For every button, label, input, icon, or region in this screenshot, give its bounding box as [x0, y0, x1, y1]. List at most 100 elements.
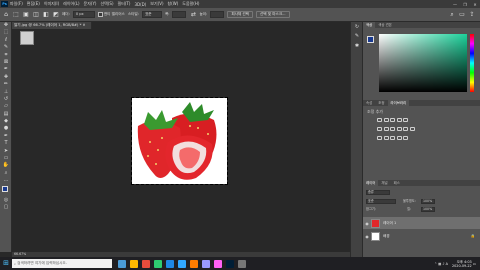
tab-channels[interactable]: 채널	[378, 180, 390, 186]
curves-icon[interactable]	[390, 118, 396, 122]
foreground-color-swatch[interactable]	[2, 185, 8, 192]
share-icon[interactable]: ⇪	[468, 11, 476, 19]
width-input[interactable]	[172, 11, 187, 18]
menu-help[interactable]: 도움말(H)	[182, 1, 199, 7]
tab-swatches[interactable]: 색상 견본	[375, 22, 395, 28]
menu-file[interactable]: 파일(F)	[10, 1, 23, 7]
selection-mode-icon[interactable]: ▣	[22, 11, 30, 19]
taskbar-app-icon[interactable]	[178, 259, 186, 268]
tab-paths[interactable]: 패스	[391, 180, 403, 186]
selective-color-icon[interactable]	[403, 136, 409, 140]
properties-icon[interactable]: ✎	[352, 33, 362, 40]
menu-layer[interactable]: 레이어(L)	[63, 1, 79, 7]
select-subject-button[interactable]: 피사체 선택	[227, 11, 253, 18]
menu-type[interactable]: 문자(Y)	[84, 1, 97, 7]
color-balance-icon[interactable]	[383, 127, 389, 131]
home-icon[interactable]: ⌂	[2, 11, 10, 19]
style-select[interactable]: 표준	[141, 11, 162, 18]
vibrance-icon[interactable]	[403, 118, 409, 122]
hand-tool-icon[interactable]: ✋	[1, 162, 11, 169]
gradient-map-icon[interactable]	[396, 136, 402, 140]
notification-icon[interactable]: ▭	[472, 262, 476, 266]
history-brush-icon[interactable]: ↺	[1, 96, 11, 103]
dodge-tool-icon[interactable]: ●	[1, 125, 11, 132]
add-selection-icon[interactable]: ◫	[32, 11, 40, 19]
quick-select-tool-icon[interactable]: ✎	[1, 44, 11, 51]
color-picker-field[interactable]	[379, 34, 467, 92]
tab-adjustments[interactable]: 조정	[375, 100, 387, 106]
height-input[interactable]	[210, 11, 225, 18]
layer-row-background[interactable]: ◉ 배경 🔒	[363, 230, 480, 242]
visibility-eye-icon[interactable]: ◉	[363, 234, 371, 239]
photo-filter-icon[interactable]	[396, 127, 402, 131]
strawberry-image[interactable]	[131, 97, 228, 185]
windows-start-icon[interactable]: ⊞	[0, 257, 12, 270]
clock[interactable]: 오후 4:03 2020-09-22	[452, 260, 472, 268]
taskbar-app-icon[interactable]	[154, 259, 162, 268]
hue-slider[interactable]	[470, 34, 474, 92]
opacity-input[interactable]: 100%	[421, 199, 435, 204]
select-and-mask-button[interactable]: 선택 및 마스크...	[256, 11, 290, 18]
taskbar-app-icon[interactable]	[130, 259, 138, 268]
taskbar-app-icon[interactable]	[142, 259, 150, 268]
language-indicator[interactable]: A	[446, 262, 448, 266]
brightness-icon[interactable]	[377, 118, 382, 122]
taskbar-app-icon[interactable]	[214, 259, 222, 268]
gradient-tool-icon[interactable]: ▤	[1, 111, 11, 118]
antialias-checkbox[interactable]	[97, 12, 103, 17]
move-tool-icon[interactable]: ✥	[1, 22, 11, 29]
brush-settings-icon[interactable]: ✱	[352, 43, 362, 50]
marquee-tool-icon[interactable]: ⬚	[1, 29, 11, 36]
marquee-tool-icon[interactable]: ⬚	[12, 11, 20, 19]
color-swatches[interactable]	[1, 185, 11, 197]
frame-tool-icon[interactable]: ⊠	[1, 59, 11, 66]
blur-tool-icon[interactable]: ◆	[1, 118, 11, 125]
path-select-icon[interactable]: ➤	[1, 148, 11, 155]
intersect-selection-icon[interactable]: ◩	[52, 11, 60, 19]
fill-input[interactable]: 100%	[421, 207, 435, 212]
menu-view[interactable]: 보기(V)	[150, 1, 163, 7]
crop-tool-icon[interactable]: ⌗	[1, 52, 11, 59]
workspace-icon[interactable]: ▭	[458, 11, 466, 19]
menu-filter[interactable]: 필터(T)	[118, 1, 131, 7]
zoom-tool-icon[interactable]: ⌕	[1, 170, 11, 177]
pen-tool-icon[interactable]: ✒	[1, 133, 11, 140]
more-tools-icon[interactable]: …	[1, 177, 11, 184]
search-icon[interactable]: ⌕	[448, 11, 456, 19]
brush-tool-icon[interactable]: ✏	[1, 81, 11, 88]
clone-stamp-icon[interactable]: ⊥	[1, 89, 11, 96]
tab-color[interactable]: 색상	[363, 22, 376, 28]
hue-saturation-icon[interactable]	[377, 127, 382, 131]
tab-libraries[interactable]: 라이브러리	[387, 100, 410, 106]
healing-brush-icon[interactable]: ✚	[1, 74, 11, 81]
levels-icon[interactable]	[383, 118, 389, 122]
taskbar-app-icon[interactable]	[118, 259, 126, 268]
close-button[interactable]: ✕	[470, 2, 480, 7]
document-tab[interactable]: 딸기.jpg @ 66.7% (레이어 1, RGB/8#) * ✕	[12, 22, 92, 29]
subtract-selection-icon[interactable]: ◧	[42, 11, 50, 19]
taskbar-search-box[interactable]: ⌕ 검색하려면 여기에 입력하십시오.	[12, 259, 112, 268]
color-lookup-icon[interactable]	[409, 127, 415, 131]
posterize-icon[interactable]	[383, 136, 389, 140]
exposure-icon[interactable]	[396, 118, 402, 122]
taskbar-app-icon[interactable]	[238, 259, 246, 268]
layer-kind-filter[interactable]: 종류	[366, 190, 390, 195]
menu-edit[interactable]: 편집(E)	[27, 1, 40, 7]
tab-layers[interactable]: 레이어	[363, 180, 379, 186]
feather-input[interactable]: 0 px	[72, 11, 95, 18]
menu-window[interactable]: 창(W)	[168, 1, 179, 7]
taskbar-app-icon[interactable]	[166, 259, 174, 268]
taskbar-app-icon[interactable]	[190, 259, 198, 268]
quick-mask-icon[interactable]: ◎	[1, 197, 11, 204]
taskbar-app-icon[interactable]	[226, 259, 234, 268]
eraser-tool-icon[interactable]: ▱	[1, 103, 11, 110]
layer-row-layer1[interactable]: ◉ 레이어 1	[363, 217, 480, 229]
lasso-tool-icon[interactable]: ℓ	[1, 37, 11, 44]
blend-mode-select[interactable]: 표준	[366, 199, 396, 204]
menu-3d[interactable]: 3D(D)	[134, 2, 146, 7]
swap-icon[interactable]: ⇄	[189, 11, 197, 19]
tab-properties[interactable]: 속성	[363, 100, 375, 106]
taskbar-app-icon[interactable]	[202, 259, 210, 268]
channel-mixer-icon[interactable]	[403, 127, 409, 131]
restore-button[interactable]: ❐	[460, 2, 470, 7]
